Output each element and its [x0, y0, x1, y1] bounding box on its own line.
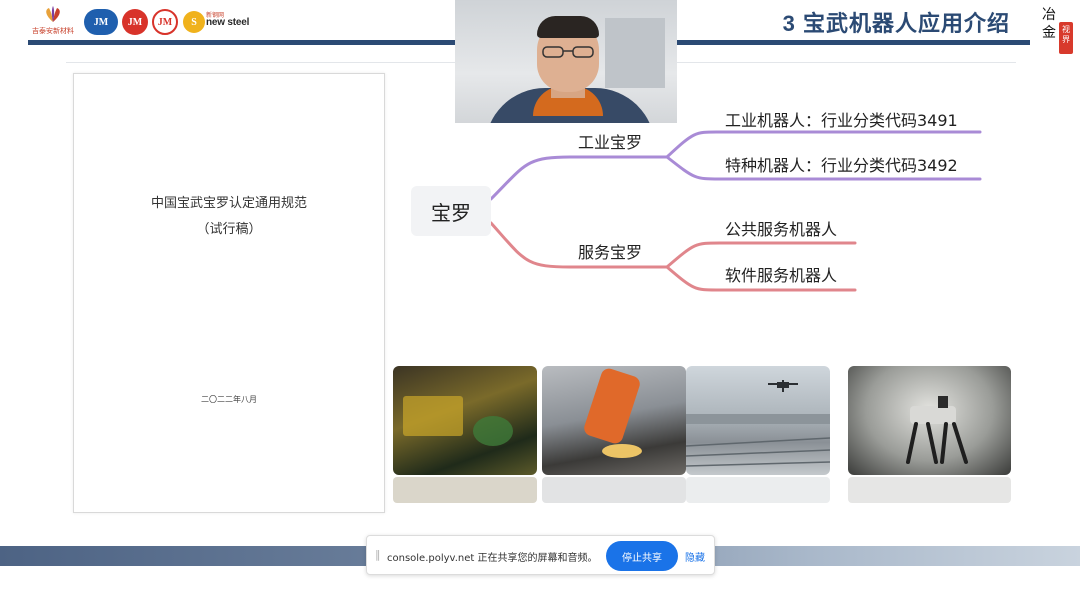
- photo-reflection: [542, 477, 686, 503]
- drag-handle-icon[interactable]: ||: [375, 548, 381, 561]
- newsteel-logo-text: new steel: [206, 17, 250, 28]
- flower-logo-icon: [46, 6, 60, 22]
- stop-sharing-button[interactable]: 停止共享: [606, 541, 678, 571]
- company-logo-2-icon: JM: [84, 9, 118, 35]
- mindmap-root: 宝罗: [411, 186, 491, 236]
- industrial-line-photo: [393, 366, 537, 475]
- welding-robot-arm-photo: [542, 366, 686, 475]
- brand-mark: 冶 金 视界: [1042, 4, 1076, 56]
- document-subtitle: （试行稿）: [196, 222, 262, 237]
- mindmap-branch-service: 服务宝罗: [578, 243, 643, 262]
- company-logo-4-icon: JM: [152, 9, 178, 35]
- robot-dog-icon: [906, 396, 968, 464]
- document-title: 中国宝武宝罗认定通用规范: [150, 196, 307, 211]
- logo-1-text: 吉泰安新材料: [32, 27, 74, 35]
- hide-link[interactable]: 隐藏: [685, 549, 705, 564]
- screen-share-notification: || console.polyv.net 正在共享您的屏幕和音频。 停止共享 隐…: [366, 535, 715, 575]
- mindmap-leaf-industrial-robot: 工业机器人：行业分类代码3491: [725, 111, 958, 130]
- mindmap-leaf-software-service-robot: 软件服务机器人: [725, 266, 838, 285]
- company-logo-3-icon: JM: [122, 9, 148, 35]
- mindmap-leaf-public-service-robot: 公共服务机器人: [725, 220, 838, 239]
- mindmap-branch-industrial: 工业宝罗: [578, 133, 643, 152]
- quadruped-robot-photo: [848, 366, 1011, 475]
- webcam-wall-panel: [605, 18, 665, 88]
- document-date: 二〇二二年八月: [201, 395, 257, 404]
- connector-root-branch1: [489, 155, 669, 201]
- document-cover: 中国宝武宝罗认定通用规范 （试行稿） 二〇二二年八月: [73, 73, 385, 513]
- jitaian-logo: 吉泰安新材料: [30, 6, 76, 36]
- newsteel-logo-icon: S: [183, 11, 205, 33]
- brand-char-1: 冶: [1042, 7, 1056, 23]
- page-title: 3 宝武机器人应用介绍: [782, 11, 1010, 36]
- inspection-drone-photo: [686, 366, 830, 475]
- robot-photo-strip: [393, 366, 1013, 506]
- mindmap-leaf-special-robot: 特种机器人：行业分类代码3492: [725, 156, 958, 175]
- drone-icon: [686, 380, 830, 467]
- photo-reflection: [393, 477, 537, 503]
- share-status-text: console.polyv.net 正在共享您的屏幕和音频。: [387, 553, 598, 564]
- webcam-presenter-hair: [537, 16, 599, 38]
- photo-reflection: [686, 477, 830, 503]
- brand-char-2: 金: [1042, 25, 1056, 41]
- brand-seal: 视界: [1059, 22, 1073, 54]
- glasses-icon: [542, 46, 594, 58]
- photo-reflection: [848, 477, 1011, 503]
- mindmap: 宝罗 工业宝罗 服务宝罗 工业机器人：行业分类代码3491 特种机器人：行业分类…: [405, 95, 1005, 305]
